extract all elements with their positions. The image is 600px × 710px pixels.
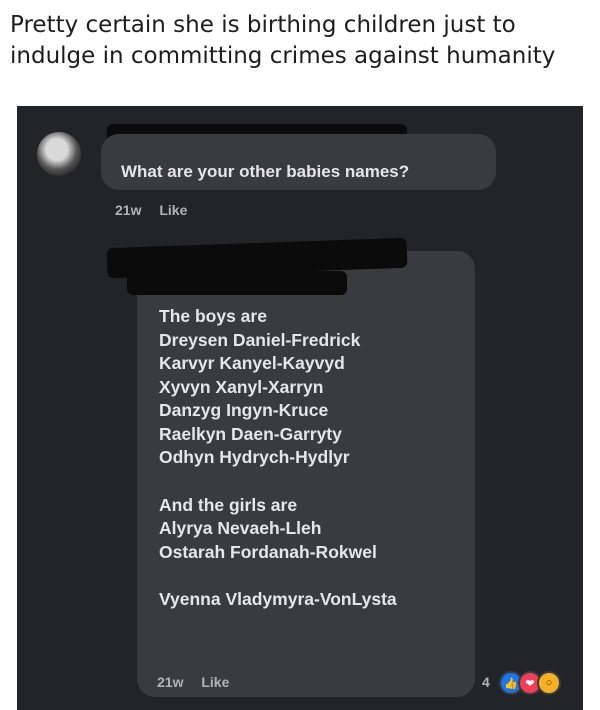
reactions[interactable]: 👍 ❤ ○ bbox=[499, 671, 561, 695]
text-line: The boys are bbox=[159, 306, 267, 326]
text-line: Alyrya Nevaeh-Lleh bbox=[159, 518, 322, 538]
comment-time: 21w bbox=[157, 674, 184, 690]
text-line: Danzyg Ingyn-Kruce bbox=[159, 400, 329, 420]
text-line: Dreysen Daniel-Fredrick bbox=[159, 329, 361, 350]
text-line: Raelkyn Daen-Garryty bbox=[159, 423, 342, 444]
like-link[interactable]: Like bbox=[159, 202, 187, 218]
comment-bubble-reply: The boys are Dreysen Daniel-Fredrick Kar… bbox=[106, 237, 475, 697]
redacted-name-bar bbox=[127, 271, 347, 295]
text-line: Odhyn Hydrych-Hydlyr bbox=[159, 447, 350, 467]
comment-bubble-question: What are your other babies names? bbox=[101, 134, 496, 190]
comment-text: What are your other babies names? bbox=[121, 162, 410, 181]
reply-text: The boys are Dreysen Daniel-Fredrick Kar… bbox=[159, 305, 397, 612]
comment-time: 21w bbox=[115, 202, 142, 218]
reaction-count[interactable]: 4 bbox=[482, 674, 490, 690]
text-line: Karvyr Kanyel-Kayvyd bbox=[159, 353, 345, 373]
wow-face-icon: ○ bbox=[537, 671, 561, 695]
comment-meta: 21w Like bbox=[115, 202, 187, 218]
text-line: And the girls are bbox=[159, 494, 298, 515]
avatar[interactable] bbox=[37, 132, 81, 176]
comment-screenshot: What are your other babies names? 21w Li… bbox=[17, 106, 583, 710]
like-link[interactable]: Like bbox=[201, 674, 229, 690]
text-line: Xyvyn Xanyl-Xarryn bbox=[159, 376, 324, 397]
comment-meta: 21w Like bbox=[157, 674, 229, 690]
text-line: Vyenna Vladymyra-VonLysta bbox=[159, 589, 397, 609]
post-caption: Pretty certain she is birthing children … bbox=[10, 12, 556, 69]
text-line: Ostarah Fordanah-Rokwel bbox=[159, 541, 377, 562]
